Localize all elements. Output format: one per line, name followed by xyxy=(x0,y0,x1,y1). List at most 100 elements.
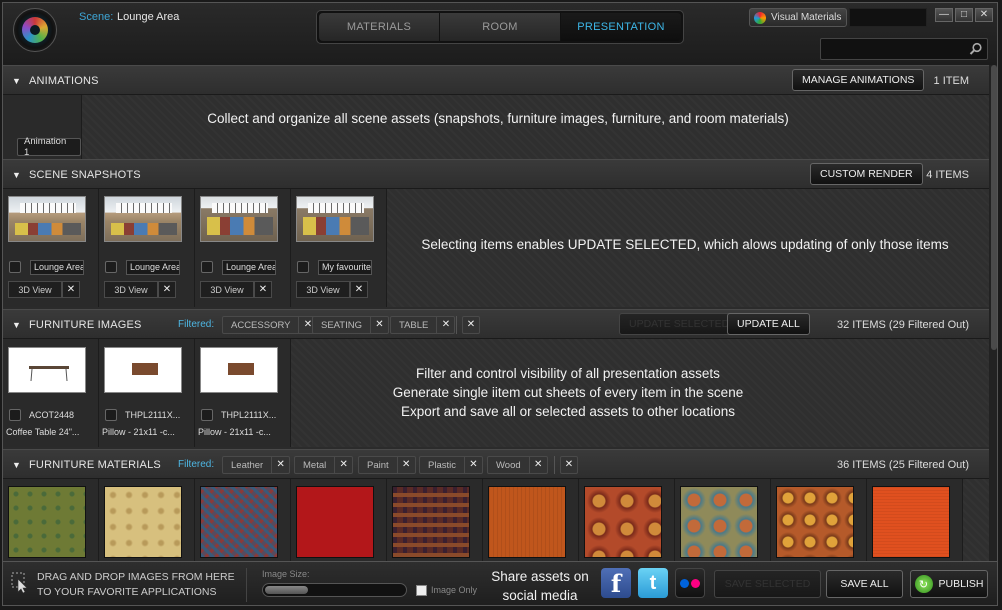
tab-presentation[interactable]: PRESENTATION xyxy=(561,13,681,41)
snapshot-name-field[interactable]: My favourite xyxy=(318,260,372,275)
facebook-icon[interactable]: f xyxy=(601,568,631,598)
twitter-icon[interactable]: t xyxy=(638,568,668,598)
select-checkbox[interactable] xyxy=(297,261,309,273)
view-button[interactable]: 3D View xyxy=(200,281,254,298)
snapshot-thumbnail[interactable] xyxy=(8,196,86,242)
snapshot-item[interactable]: Lounge Area 3D View ✕ xyxy=(99,189,195,307)
snapshot-thumbnail[interactable] xyxy=(296,196,374,242)
remove-filter-icon[interactable]: ✕ xyxy=(396,457,415,473)
material-swatch[interactable] xyxy=(392,486,470,558)
save-selected-button[interactable]: SAVE SELECTED xyxy=(714,570,821,598)
slider-fill[interactable] xyxy=(265,586,308,594)
view-button[interactable]: 3D View xyxy=(104,281,158,298)
snapshot-name-field[interactable]: Lounge Area xyxy=(222,260,276,275)
remove-filter-icon[interactable]: ✕ xyxy=(334,457,352,473)
material-item[interactable] xyxy=(483,479,579,561)
delete-icon[interactable]: ✕ xyxy=(62,281,80,298)
clear-filters-icon[interactable]: ✕ xyxy=(560,456,578,474)
material-swatch[interactable] xyxy=(104,486,182,558)
furniture-image-item[interactable]: THPL2111X... Pillow - 21x11 -c... xyxy=(99,339,195,447)
snapshot-item[interactable]: Lounge Area 3D View ✕ xyxy=(3,189,99,307)
manage-animations-button[interactable]: MANAGE ANIMATIONS xyxy=(792,69,925,91)
furniture-image-item[interactable]: THPL2111X... Pillow - 21x11 -c... xyxy=(195,339,291,447)
material-swatch[interactable] xyxy=(584,486,662,558)
flickr-icon[interactable] xyxy=(675,568,705,598)
furniture-thumbnail[interactable] xyxy=(104,347,182,393)
remove-filter-icon[interactable]: ✕ xyxy=(463,457,482,473)
select-checkbox[interactable] xyxy=(105,261,117,273)
close-icon[interactable]: ✕ xyxy=(975,8,993,22)
filter-chip-accessory[interactable]: ACCESSORY ✕ xyxy=(222,316,318,334)
custom-render-button[interactable]: CUSTOM RENDER xyxy=(810,163,923,185)
minimize-icon[interactable]: — xyxy=(935,8,953,22)
remove-filter-icon[interactable]: ✕ xyxy=(528,457,547,473)
snapshot-thumbnail[interactable] xyxy=(200,196,278,242)
publish-button[interactable]: ↻ PUBLISH xyxy=(910,570,988,598)
view-button[interactable]: 3D View xyxy=(296,281,350,298)
snapshot-item[interactable]: Lounge Area 3D View ✕ xyxy=(195,189,291,307)
snapshot-name-field[interactable]: Lounge Area xyxy=(30,260,84,275)
material-item[interactable] xyxy=(867,479,963,561)
collapse-arrow-icon[interactable]: ▼ xyxy=(12,460,21,470)
animation-item[interactable]: Animation 1 xyxy=(17,136,81,158)
search-icon[interactable] xyxy=(969,42,983,56)
material-item[interactable] xyxy=(195,479,291,561)
visual-materials-button[interactable]: Visual Materials xyxy=(749,8,847,27)
update-all-button[interactable]: UPDATE ALL xyxy=(727,313,810,335)
collapse-arrow-icon[interactable]: ▼ xyxy=(12,170,21,180)
update-selected-button[interactable]: UPDATE SELECTED xyxy=(619,313,740,335)
snapshot-item[interactable]: My favourite 3D View ✕ xyxy=(291,189,387,307)
filter-chip-wood[interactable]: Wood ✕ xyxy=(487,456,548,474)
material-item[interactable] xyxy=(675,479,771,561)
maximize-icon[interactable]: □ xyxy=(955,8,973,22)
material-swatch[interactable] xyxy=(776,486,854,558)
collapse-arrow-icon[interactable]: ▼ xyxy=(12,320,21,330)
image-size-slider[interactable] xyxy=(262,583,407,597)
scrollbar-thumb[interactable] xyxy=(991,65,997,350)
filter-chip-seating[interactable]: SEATING ✕ xyxy=(312,316,389,334)
filter-chip-leather[interactable]: Leather ✕ xyxy=(222,456,291,474)
remove-filter-icon[interactable]: ✕ xyxy=(271,457,289,473)
select-checkbox[interactable] xyxy=(201,261,213,273)
delete-icon[interactable]: ✕ xyxy=(350,281,368,298)
select-checkbox[interactable] xyxy=(9,261,21,273)
material-item[interactable] xyxy=(771,479,867,561)
remove-filter-icon[interactable]: ✕ xyxy=(370,317,388,333)
filter-chip-plastic[interactable]: Plastic ✕ xyxy=(419,456,483,474)
animation-cell[interactable]: Animation 1 xyxy=(3,95,82,159)
collapse-arrow-icon[interactable]: ▼ xyxy=(12,76,21,86)
filter-chip-table[interactable]: TABLE ✕ xyxy=(390,316,456,334)
select-checkbox[interactable] xyxy=(9,409,21,421)
snapshot-name-field[interactable]: Lounge Area xyxy=(126,260,180,275)
select-checkbox[interactable] xyxy=(105,409,117,421)
view-button[interactable]: 3D View xyxy=(8,281,62,298)
app-logo-icon[interactable] xyxy=(13,8,57,52)
select-checkbox[interactable] xyxy=(201,409,213,421)
material-swatch[interactable] xyxy=(680,486,758,558)
material-item[interactable] xyxy=(99,479,195,561)
material-swatch[interactable] xyxy=(488,486,566,558)
material-swatch[interactable] xyxy=(8,486,86,558)
material-item[interactable] xyxy=(3,479,99,561)
search-input[interactable] xyxy=(820,38,988,60)
filter-chip-paint[interactable]: Paint ✕ xyxy=(358,456,416,474)
tab-room[interactable]: ROOM xyxy=(440,13,561,41)
material-item[interactable] xyxy=(387,479,483,561)
image-only-checkbox[interactable] xyxy=(416,585,427,596)
save-all-button[interactable]: SAVE ALL xyxy=(826,570,903,598)
remove-filter-icon[interactable]: ✕ xyxy=(436,317,454,333)
material-item[interactable] xyxy=(579,479,675,561)
clear-filters-icon[interactable]: ✕ xyxy=(462,316,480,334)
delete-icon[interactable]: ✕ xyxy=(254,281,272,298)
tab-materials[interactable]: MATERIALS xyxy=(319,13,440,41)
furniture-thumbnail[interactable] xyxy=(8,347,86,393)
material-swatch[interactable] xyxy=(296,486,374,558)
delete-icon[interactable]: ✕ xyxy=(158,281,176,298)
furniture-thumbnail[interactable] xyxy=(200,347,278,393)
material-swatch[interactable] xyxy=(872,486,950,558)
material-swatch[interactable] xyxy=(200,486,278,558)
furniture-image-item[interactable]: ACOT2448 Coffee Table 24"... xyxy=(3,339,99,447)
material-item[interactable] xyxy=(291,479,387,561)
snapshot-thumbnail[interactable] xyxy=(104,196,182,242)
filter-chip-metal[interactable]: Metal ✕ xyxy=(294,456,354,474)
